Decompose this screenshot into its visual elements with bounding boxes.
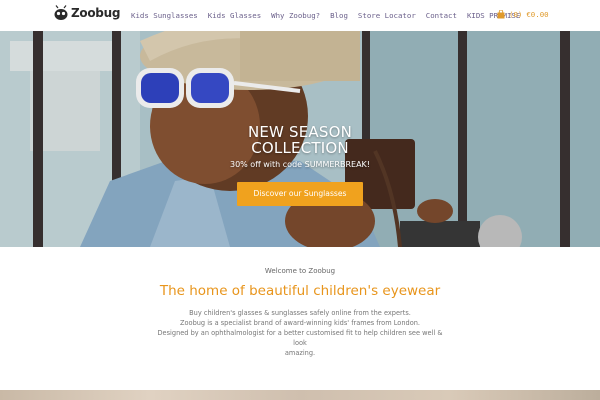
- cart-total: €0.00: [526, 10, 549, 19]
- main-nav: Kids Sunglasses Kids Glasses Why Zoobug?…: [131, 11, 530, 20]
- nav-item-store-locator[interactable]: Store Locator: [358, 11, 416, 20]
- next-section-photo-strip: [0, 390, 600, 400]
- page-headline: The home of beautiful children's eyewear: [159, 283, 441, 299]
- nav-item-blog[interactable]: Blog: [330, 11, 348, 20]
- site-header: Zoobug Kids Sunglasses Kids Glasses Why …: [0, 0, 600, 31]
- shopping-bag-icon: [497, 10, 505, 19]
- nav-item-kids-glasses[interactable]: Kids Glasses: [208, 11, 261, 20]
- hero-banner: NEW SEASON COLLECTION 30% off with code …: [0, 31, 600, 247]
- intro-line: Buy children's glasses & sunglasses safe…: [189, 309, 411, 317]
- hero-promo-code: 30% off with code SUMMERBREAK!: [229, 160, 370, 169]
- discover-sunglasses-button[interactable]: Discover our Sunglasses: [237, 182, 363, 206]
- welcome-text: Welcome to Zoobug: [264, 267, 336, 275]
- brand-name: Zoobug: [71, 6, 121, 20]
- cart-count: (0): [509, 10, 523, 19]
- intro-line: amazing.: [284, 349, 316, 357]
- nav-item-contact[interactable]: Contact: [426, 11, 457, 20]
- intro-line: Designed by an ophthalmologist for a bet…: [157, 329, 443, 347]
- hero-title-line1: NEW SEASON: [247, 123, 353, 141]
- nav-item-kids-sunglasses[interactable]: Kids Sunglasses: [131, 11, 198, 20]
- hero-title-line2: COLLECTION: [251, 139, 349, 157]
- intro-description: Buy children's glasses & sunglasses safe…: [150, 308, 450, 358]
- nav-item-why-zoobug[interactable]: Why Zoobug?: [271, 11, 320, 20]
- bug-logo-icon: [54, 5, 68, 20]
- intro-line: Zoobug is a specialist brand of award-wi…: [179, 319, 420, 327]
- brand-logo[interactable]: Zoobug: [52, 5, 120, 21]
- hero-title: NEW SEASON COLLECTION: [220, 124, 380, 156]
- cart-link[interactable]: (0) €0.00: [497, 10, 549, 19]
